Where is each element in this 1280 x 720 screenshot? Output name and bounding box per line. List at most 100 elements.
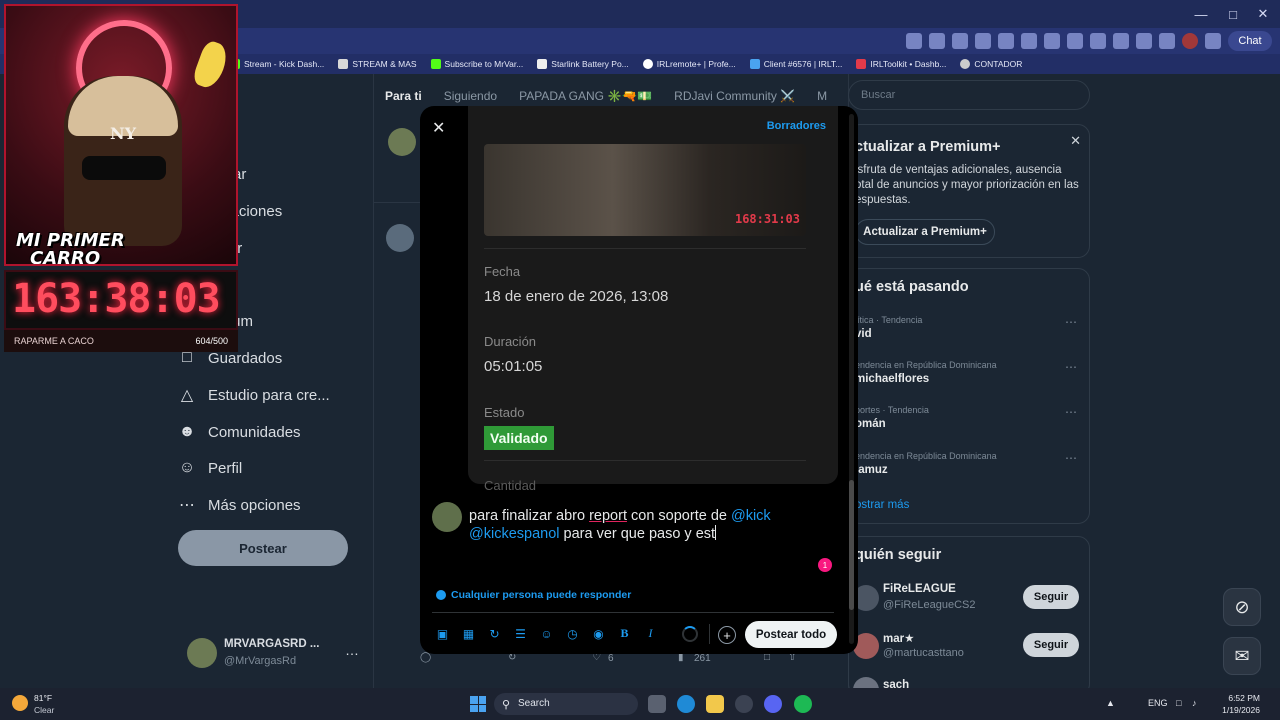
poll-icon[interactable]: ☰: [512, 625, 529, 642]
obs-icon[interactable]: [735, 695, 753, 713]
more-icon[interactable]: ⋯: [1065, 405, 1077, 419]
tab-for-you[interactable]: Para ti: [385, 89, 422, 103]
italic-icon[interactable]: I: [642, 625, 659, 642]
show-more-link[interactable]: ostrar más: [855, 499, 909, 511]
messages-fab-icon[interactable]: ✉: [1223, 637, 1261, 675]
extension-icon[interactable]: [1113, 33, 1129, 49]
read-aloud-icon[interactable]: [952, 33, 968, 49]
spotify-icon[interactable]: [794, 695, 812, 713]
tab-rdjavi-community[interactable]: RDJavi Community ⚔️: [674, 89, 795, 103]
drafts-button[interactable]: Borradores: [767, 120, 826, 132]
close-icon[interactable]: ✕: [432, 118, 445, 138]
reply-icon[interactable]: ◯: [420, 652, 431, 663]
gif-icon[interactable]: ▦: [460, 625, 477, 642]
reply-settings-button[interactable]: Cualquier persona puede responder: [436, 589, 631, 601]
follow-name[interactable]: FiReLEAGUE: [883, 583, 956, 595]
emoji-icon[interactable]: ☺: [538, 625, 555, 642]
close-icon[interactable]: ✕: [1070, 133, 1081, 149]
post-button[interactable]: Postear: [178, 530, 348, 566]
bookmark[interactable]: STREAM & MAS: [338, 59, 417, 69]
minimize-button[interactable]: —: [1184, 0, 1218, 28]
split-screen-icon[interactable]: [906, 33, 922, 49]
tab-papada-gang[interactable]: PAPADA GANG ✳️🔫💵: [519, 89, 652, 103]
schedule-icon[interactable]: ◷: [564, 625, 581, 642]
trend-name[interactable]: omán: [855, 418, 886, 430]
grok-fab-icon[interactable]: ⊘: [1223, 588, 1261, 626]
copilot-chat-button[interactable]: Chat: [1228, 31, 1272, 51]
sub-goal-bar: RAPARME A CACO 604/500: [4, 330, 238, 352]
add-post-icon[interactable]: +: [718, 626, 736, 644]
trend-name[interactable]: michaelflores: [855, 373, 929, 385]
premium-title: ctualizar a Premium+: [855, 139, 1001, 155]
nav-profile[interactable]: ☺ Perfil: [178, 453, 242, 483]
extension-icon[interactable]: [1044, 33, 1060, 49]
upgrade-premium-button[interactable]: Actualizar a Premium+: [855, 219, 995, 245]
bookmark[interactable]: IRLremote+ | Profe...: [642, 59, 736, 69]
weather-icon[interactable]: [12, 695, 28, 711]
misspelled-word[interactable]: report: [589, 508, 627, 524]
extension-icon[interactable]: [1021, 33, 1037, 49]
menu-icon[interactable]: [1205, 33, 1221, 49]
volume-icon[interactable]: ♪: [1192, 698, 1197, 708]
taskbar-search[interactable]: ⚲ Search: [494, 693, 638, 715]
views-count: 261: [694, 653, 711, 664]
bookmark[interactable]: CONTADOR: [960, 59, 1022, 69]
close-window-button[interactable]: ✕: [1246, 0, 1280, 28]
mention[interactable]: @kickespanol: [469, 526, 559, 542]
maximize-button[interactable]: □: [1216, 0, 1250, 28]
follow-name[interactable]: mar★: [883, 631, 914, 645]
quoted-image[interactable]: 168:31:03: [484, 144, 806, 236]
clock-date[interactable]: 1/19/2026: [1210, 705, 1260, 715]
trend-name[interactable]: lamuz: [855, 464, 888, 476]
scrollbar-thumb[interactable]: [849, 480, 854, 610]
bold-icon[interactable]: B: [616, 625, 633, 642]
nav-label: Más opciones: [208, 496, 301, 514]
sub-goal-label: RAPARME A CACO: [14, 336, 94, 346]
browser-toolbar: Chat: [906, 31, 1272, 51]
search-input[interactable]: Buscar: [848, 80, 1090, 110]
tab-following[interactable]: Siguiendo: [444, 89, 497, 103]
language-indicator[interactable]: ENG: [1148, 698, 1168, 708]
chevron-up-icon[interactable]: ▲: [1106, 698, 1115, 708]
profile-avatar[interactable]: [1182, 33, 1198, 49]
bookmark[interactable]: Subscribe to MrVar...: [430, 59, 523, 69]
start-icon[interactable]: [470, 696, 486, 712]
account-switcher[interactable]: MRVARGASRD ... @MrVargasRd …: [187, 636, 367, 672]
zoom-icon[interactable]: [929, 33, 945, 49]
nav-communities[interactable]: ☻ Comunidades: [178, 417, 301, 447]
tab-more[interactable]: M: [817, 89, 827, 103]
extension-icon[interactable]: [1090, 33, 1106, 49]
more-icon[interactable]: ⋯: [1065, 360, 1077, 374]
compose-textarea[interactable]: para finalizar abro report con soporte d…: [469, 507, 829, 543]
network-icon[interactable]: □: [1176, 698, 1181, 708]
post-all-button[interactable]: Postear todo: [745, 621, 837, 648]
task-view-icon[interactable]: [648, 695, 666, 713]
search-label: Search: [518, 698, 550, 709]
discord-icon[interactable]: [764, 695, 782, 713]
follow-button[interactable]: Seguir: [1023, 585, 1079, 609]
file-explorer-icon[interactable]: [706, 695, 724, 713]
favorites-icon[interactable]: [1136, 33, 1152, 49]
follow-button[interactable]: Seguir: [1023, 633, 1079, 657]
location-icon[interactable]: ◉: [590, 625, 607, 642]
nav-creator-studio[interactable]: △ Estudio para cre...: [178, 380, 330, 410]
favorite-star-icon[interactable]: [975, 33, 991, 49]
extension-icon[interactable]: [1067, 33, 1083, 49]
clock-time[interactable]: 6:52 PM: [1220, 693, 1260, 703]
grok-icon[interactable]: ↻: [486, 625, 503, 642]
follow-title: quién seguir: [855, 547, 942, 563]
more-icon[interactable]: …: [345, 642, 359, 658]
image-icon[interactable]: ▣: [434, 625, 451, 642]
bookmark[interactable]: Stream - Kick Dash...: [230, 59, 324, 69]
mention[interactable]: @kick: [731, 508, 771, 524]
nav-more-options[interactable]: ⋯ Más opciones: [178, 490, 301, 520]
more-icon[interactable]: ⋯: [1065, 315, 1077, 329]
bookmark[interactable]: Starlink Battery Po...: [537, 59, 629, 69]
bookmark[interactable]: Client #6576 | IRLT...: [749, 59, 842, 69]
bookmark[interactable]: IRLToolkit • Dashb...: [856, 59, 946, 69]
collections-icon[interactable]: [1159, 33, 1175, 49]
edge-icon[interactable]: [677, 695, 695, 713]
extension-icon[interactable]: [998, 33, 1014, 49]
more-icon[interactable]: ⋯: [1065, 451, 1077, 465]
trend-meta: lítica · Tendencia: [855, 315, 923, 325]
